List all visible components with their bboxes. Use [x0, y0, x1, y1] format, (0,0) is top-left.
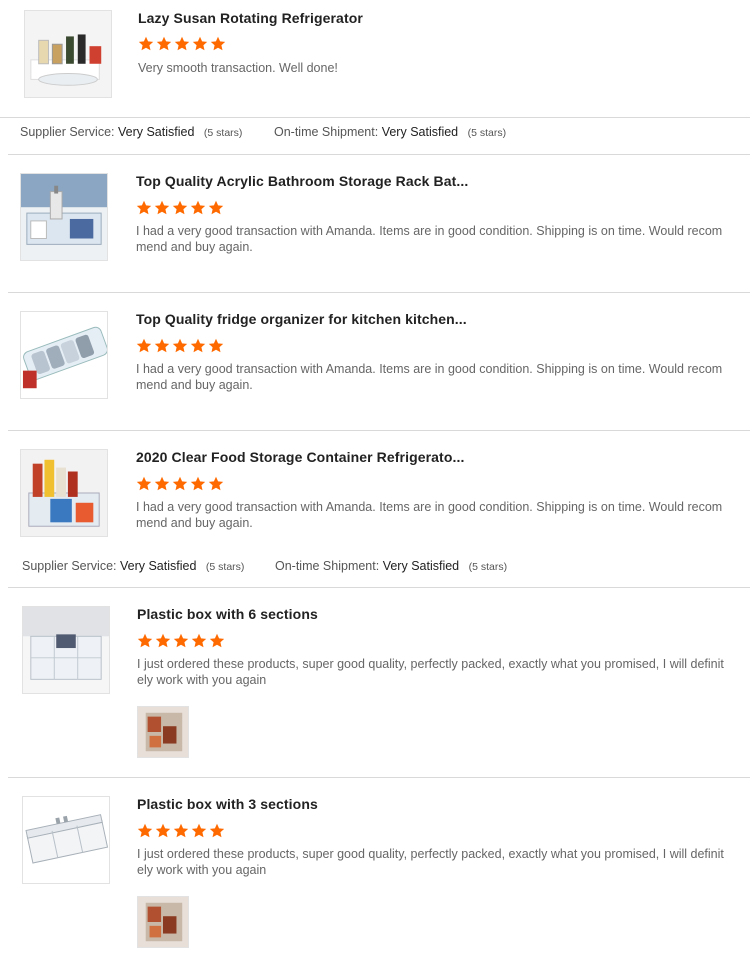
star-icon [210, 36, 226, 51]
star-icon [190, 476, 206, 491]
star-icon [191, 823, 207, 838]
supplier-service-label: Supplier Service: [22, 559, 117, 573]
product-thumbnail[interactable] [22, 606, 110, 694]
service-summary: Supplier Service: Very Satisfied (5 star… [20, 125, 242, 139]
divider [8, 777, 750, 778]
review-comment: I had a very good transaction with Amand… [136, 500, 723, 530]
product-title[interactable]: Top Quality Acrylic Bathroom Storage Rac… [136, 173, 468, 189]
product-thumbnail[interactable] [22, 796, 110, 884]
shipment-stars: (5 stars) [468, 561, 508, 573]
product-title[interactable]: 2020 Clear Food Storage Container Refrig… [136, 449, 464, 465]
star-icon [154, 338, 170, 353]
star-icon [138, 36, 154, 51]
shipment-summary: On-time Shipment: Very Satisfied (5 star… [275, 559, 507, 573]
product-thumbnail[interactable] [24, 10, 112, 98]
star-icon [172, 476, 188, 491]
shipment-summary: On-time Shipment: Very Satisfied (5 star… [274, 125, 506, 139]
rating-stars [137, 823, 225, 839]
star-icon [209, 823, 225, 838]
star-icon [172, 200, 188, 215]
star-icon [156, 36, 172, 51]
star-icon [192, 36, 208, 51]
review-comment: I had a very good transaction with Amand… [136, 224, 723, 254]
star-icon [190, 200, 206, 215]
divider [8, 587, 750, 588]
star-icon [208, 338, 224, 353]
star-icon [154, 200, 170, 215]
rating-stars [138, 36, 226, 52]
review-comment: I just ordered these products, super goo… [137, 847, 724, 877]
star-icon [155, 633, 171, 648]
review-photo[interactable] [137, 706, 189, 758]
product-title[interactable]: Lazy Susan Rotating Refrigerator [138, 10, 363, 26]
rating-stars [136, 476, 224, 492]
star-icon [136, 338, 152, 353]
star-icon [137, 633, 153, 648]
rating-stars [137, 633, 225, 649]
review-comment: Very smooth transaction. Well done! [138, 61, 338, 75]
product-thumbnail[interactable] [20, 173, 108, 261]
supplier-service-label: Supplier Service: [20, 125, 115, 139]
product-title[interactable]: Top Quality fridge organizer for kitchen… [136, 311, 467, 327]
shipment-label: On-time Shipment: [274, 125, 379, 139]
supplier-service-stars: (5 stars) [205, 561, 245, 573]
star-icon [173, 633, 189, 648]
rating-stars [136, 200, 224, 216]
star-icon [208, 476, 224, 491]
supplier-service-value: Very Satisfied [117, 125, 195, 139]
rating-stars [136, 338, 224, 354]
star-icon [155, 823, 171, 838]
supplier-service-stars: (5 stars) [203, 127, 243, 139]
product-thumbnail[interactable] [20, 311, 108, 399]
star-icon [172, 338, 188, 353]
review-photo[interactable] [137, 896, 189, 948]
shipment-label: On-time Shipment: [275, 559, 380, 573]
star-icon [173, 823, 189, 838]
shipment-value: Very Satisfied [382, 559, 460, 573]
review-comment: I had a very good transaction with Amand… [136, 362, 723, 392]
divider [8, 154, 750, 155]
divider [8, 430, 750, 431]
star-icon [137, 823, 153, 838]
star-icon [154, 476, 170, 491]
star-icon [136, 200, 152, 215]
shipment-stars: (5 stars) [467, 127, 507, 139]
supplier-service-value: Very Satisfied [119, 559, 197, 573]
star-icon [191, 633, 207, 648]
divider [8, 292, 750, 293]
star-icon [174, 36, 190, 51]
service-summary: Supplier Service: Very Satisfied (5 star… [22, 559, 244, 573]
star-icon [190, 338, 206, 353]
star-icon [136, 476, 152, 491]
star-icon [209, 633, 225, 648]
shipment-value: Very Satisfied [381, 125, 459, 139]
star-icon [208, 200, 224, 215]
product-title[interactable]: Plastic box with 6 sections [137, 606, 318, 622]
divider [0, 117, 750, 118]
review-comment: I just ordered these products, super goo… [137, 657, 724, 687]
product-thumbnail[interactable] [20, 449, 108, 537]
product-title[interactable]: Plastic box with 3 sections [137, 796, 318, 812]
